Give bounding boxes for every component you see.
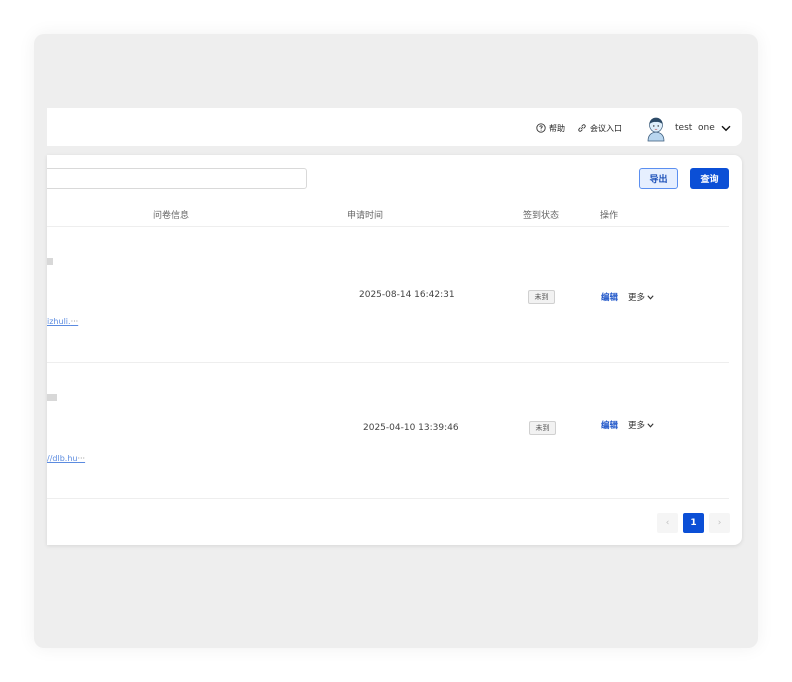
status-badge: 未到 [529, 421, 556, 435]
chevron-down-icon [647, 422, 654, 428]
questionnaire-link[interactable]: izhuli.··· [47, 317, 78, 326]
row-divider [47, 362, 729, 363]
more-label: 更多 [628, 293, 646, 303]
avatar[interactable] [645, 116, 667, 142]
edit-link[interactable]: 编辑 [601, 419, 618, 431]
edit-link[interactable]: 编辑 [601, 291, 618, 303]
chevron-down-icon [647, 294, 654, 300]
link-text: //dlb.hu [47, 454, 78, 463]
pagination-prev-button[interactable]: ‹ [657, 513, 678, 533]
more-dropdown[interactable]: 更多 [628, 291, 654, 303]
row-divider [47, 498, 729, 499]
query-button[interactable]: 查询 [690, 168, 729, 189]
header-divider [47, 226, 729, 227]
more-dropdown[interactable]: 更多 [628, 419, 654, 431]
status-badge: 未到 [528, 290, 555, 304]
column-header-checkin-status: 签到状态 [523, 211, 560, 221]
masked-text [47, 394, 57, 401]
help-link[interactable]: 帮助 [536, 121, 565, 135]
link-text: izhuli. [47, 317, 71, 326]
pagination-page-button[interactable]: 1 [683, 513, 704, 533]
question-circle-icon [536, 123, 546, 133]
meeting-label: 会议入口 [590, 123, 622, 133]
export-button[interactable]: 导出 [639, 168, 678, 189]
chevron-down-icon [721, 125, 731, 132]
results-card: 导出 查询 问卷信息 申请时间 签到状态 操作 izhuli.··· 2025-… [47, 155, 742, 545]
search-input[interactable] [47, 168, 307, 189]
pagination-next-button[interactable]: › [709, 513, 730, 533]
user-name: test one [675, 123, 715, 133]
top-header: 帮助 会议入口 test one [47, 108, 742, 146]
apply-time: 2025-04-10 13:39:46 [363, 423, 459, 433]
ellipsis-text: ··· [77, 454, 86, 463]
apply-time: 2025-08-14 16:42:31 [359, 290, 455, 300]
column-header-apply-time: 申请时间 [347, 211, 384, 221]
user-menu[interactable]: test one [675, 121, 731, 135]
link-icon [577, 123, 587, 133]
meeting-entry-link[interactable]: 会议入口 [577, 121, 622, 135]
column-header-actions: 操作 [600, 211, 619, 221]
questionnaire-link[interactable]: //dlb.hu··· [47, 454, 85, 463]
help-label: 帮助 [549, 123, 565, 133]
column-header-questionnaire: 问卷信息 [153, 211, 190, 221]
masked-text [47, 258, 53, 265]
app-frame: 帮助 会议入口 test one 导出 查询 问卷信息 申请时间 签到状态 操作… [34, 34, 758, 648]
more-label: 更多 [628, 421, 646, 431]
ellipsis-text: ··· [70, 317, 79, 326]
